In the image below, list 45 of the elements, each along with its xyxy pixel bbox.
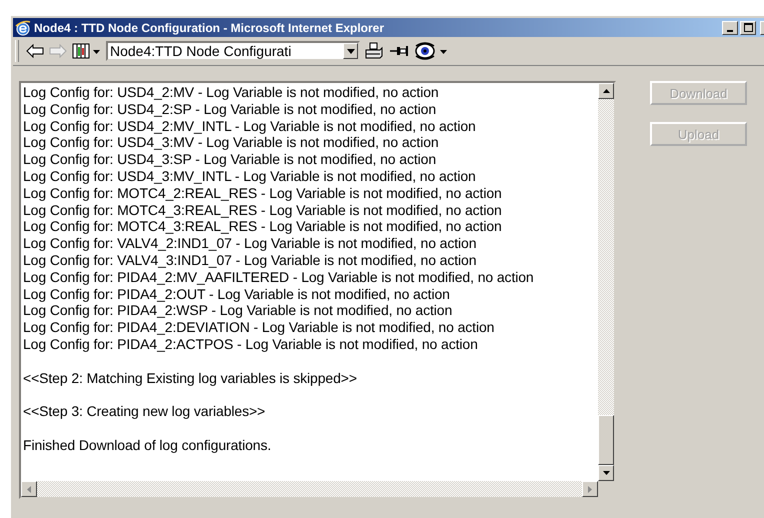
address-dropdown[interactable]: Node4:TTD Node Configurati [106, 41, 360, 61]
print-button[interactable] [363, 41, 385, 61]
log-line: Log Config for: USD4_3:MV_INTL - Log Variable is not modified, no action [23, 168, 477, 185]
caret-icon [346, 48, 354, 54]
log-line: Log Config for: USD4_2:MV - Log Variable is not modified, no action [23, 84, 440, 101]
log-line: Log Config for: USD4_3:SP - Log Variable is not modified, no action [23, 151, 438, 168]
maximize-icon [744, 23, 752, 32]
log-line: Log Config for: USD4_2:SP - Log Variable is not modified, no action [23, 100, 438, 118]
pushpin-icon [389, 44, 409, 58]
printer-icon [364, 41, 384, 61]
window-title: Node4 : TTD Node Configuration - Microsoft Internet Explorer [34, 20, 386, 34]
vertical-scrollbar[interactable] [598, 83, 614, 481]
log-line: Log Config for: MOTC4_3:REAL_RES - Log Variable is not modified, no action [23, 218, 503, 236]
back-button[interactable] [25, 44, 45, 58]
log-line: Log Config for: VALV4_3:IND1_07 - Log Variable is not modified, no action [23, 252, 478, 269]
eye-dropdown-icon [414, 41, 450, 61]
log-line: Log Config for: PIDA4_2:ACTPOS - Log Variable is not modified, no action [23, 336, 479, 353]
grid-dropdown-icon [72, 43, 102, 59]
log-line: Log Config for: USD4_3:MV - Log Variable is not modified, no action [23, 134, 440, 152]
minimize-icon [727, 30, 733, 32]
log-line: Finished Download of log configurations. [23, 436, 272, 454]
horizontal-scrollbar[interactable] [21, 481, 598, 497]
log-line: Log Config for: PIDA4_2:DEVIATION - Log Variable is not modified, no action [23, 319, 496, 336]
log-line: <<Step 3: Creating new log variables>> [23, 403, 266, 420]
log-line: Log Config for: PIDA4_2:OUT - Log Variable is not modified, no action [23, 286, 451, 302]
right-arrow-icon [588, 486, 592, 492]
pin-button[interactable] [388, 44, 410, 58]
globe-e-icon [15, 20, 31, 36]
log-line: Log Config for: MOTC4_2:REAL_RES - Log Variable is not modified, no action [23, 184, 503, 202]
log-line: Log Config for: VALV4_2:IND1_07 - Log Variable is not modified, no action [23, 235, 478, 252]
minimize-button[interactable] [722, 20, 738, 34]
log-line: Log Config for: MOTC4_3:REAL_RES - Log Variable is not modified, no action [23, 202, 503, 218]
log-line: <<Step 2: Matching Existing log variables is skipped>> [23, 370, 358, 386]
left-arrow-icon [27, 486, 31, 492]
scroll-thumb[interactable] [598, 415, 614, 465]
log-line: Log Config for: PIDA4_2:WSP - Log Variable is not modified, no action [23, 302, 454, 320]
view-menu-button[interactable] [71, 43, 103, 59]
log-line: Log Config for: USD4_2:MV_INTL - Log Variable is not modified, no action [23, 118, 477, 134]
up-arrow-icon [602, 89, 610, 93]
maximize-button[interactable] [740, 20, 756, 34]
log-text-area[interactable] [19, 81, 616, 499]
down-arrow-icon [602, 471, 610, 475]
back-arrow-icon [26, 44, 44, 58]
log-line: Log Config for: PIDA4_2:MV_AAFILTERED - Log Variable is not modified, no action [23, 268, 535, 286]
forward-arrow-icon [49, 44, 67, 58]
